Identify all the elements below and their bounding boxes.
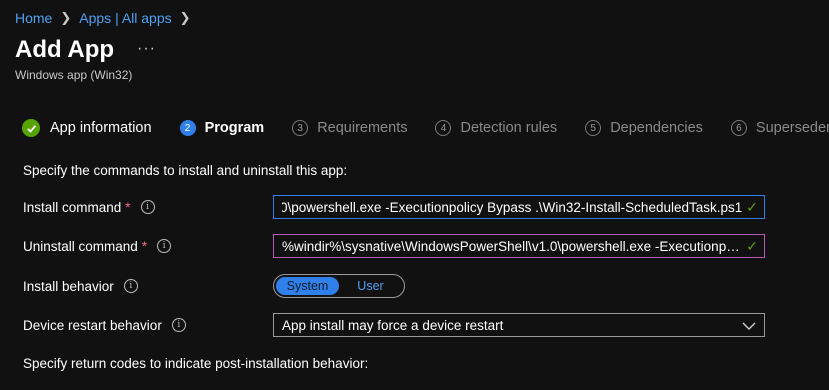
commands-instructions: Specify the commands to install and unin…	[23, 163, 348, 178]
required-marker: *	[125, 199, 131, 215]
device-restart-dropdown[interactable]: App install may force a device restart	[273, 313, 765, 337]
step-label: Supersedence (	[755, 120, 829, 136]
tab-dependencies[interactable]: 5 Dependencies	[585, 120, 703, 136]
step-number-icon: 4	[435, 120, 452, 136]
chevron-down-icon	[742, 318, 756, 333]
page-title: Add App	[15, 36, 115, 63]
step-number-icon: 6	[730, 120, 747, 136]
valid-checkmark-icon: ✓	[746, 198, 758, 215]
info-icon[interactable]: i	[171, 318, 186, 332]
more-options-icon[interactable]: ···	[137, 40, 156, 58]
required-marker: *	[141, 238, 148, 254]
tab-program[interactable]: 2 Program	[179, 120, 265, 136]
breadcrumb: Home ❯ Apps | All apps ❯	[15, 10, 199, 26]
breadcrumb-home-link[interactable]: Home	[15, 10, 52, 26]
valid-checkmark-icon: ✓	[746, 237, 758, 254]
option-system[interactable]: System	[276, 277, 339, 295]
tab-detection-rules[interactable]: 4 Detection rules	[435, 120, 557, 136]
install-command-label: Install command	[23, 199, 122, 215]
step-number-icon: 5	[585, 120, 602, 136]
install-command-input[interactable]: ‎%windir%\sysnative\WindowsPowerShell\v1…	[273, 195, 765, 219]
tab-requirements[interactable]: 3 Requirements	[292, 120, 407, 136]
chevron-right-icon: ❯	[60, 10, 72, 25]
option-user[interactable]: User	[339, 277, 402, 295]
device-restart-label: Device restart behavior	[23, 317, 162, 333]
info-icon[interactable]: i	[123, 279, 138, 293]
install-behavior-toggle[interactable]: System User	[273, 274, 405, 298]
checkmark-icon	[22, 119, 40, 137]
step-label: Dependencies	[610, 120, 703, 136]
info-icon[interactable]: i	[157, 239, 172, 253]
device-restart-value: App install may force a device restart	[282, 317, 504, 333]
step-number-icon: 2	[179, 120, 196, 136]
step-label: Detection rules	[460, 120, 558, 136]
uninstall-command-label: Uninstall command	[23, 238, 138, 254]
step-number-icon: 3	[292, 120, 309, 136]
step-label: App information	[50, 120, 152, 136]
tab-supersedence[interactable]: 6 Supersedence (	[730, 120, 829, 136]
wizard-steps: App information 2 Program 3 Requirements…	[22, 119, 829, 137]
install-command-value: ‎%windir%\sysnative\WindowsPowerShell\v1…	[282, 199, 743, 215]
step-label: Program	[204, 120, 265, 136]
tab-app-information[interactable]: App information	[22, 119, 152, 137]
uninstall-command-input[interactable]: %windir%\sysnative\WindowsPowerShell\v1.…	[273, 234, 765, 258]
return-codes-instructions: Specify return codes to indicate post-in…	[23, 356, 369, 371]
page-subtitle: Windows app (Win32)	[15, 68, 133, 82]
step-label: Requirements	[317, 120, 408, 136]
uninstall-command-value: %windir%\sysnative\WindowsPowerShell\v1.…	[282, 238, 743, 254]
breadcrumb-apps-link[interactable]: Apps | All apps	[79, 10, 171, 26]
install-behavior-label: Install behavior	[23, 278, 114, 294]
info-icon[interactable]: i	[140, 200, 155, 214]
chevron-right-icon: ❯	[179, 10, 191, 25]
